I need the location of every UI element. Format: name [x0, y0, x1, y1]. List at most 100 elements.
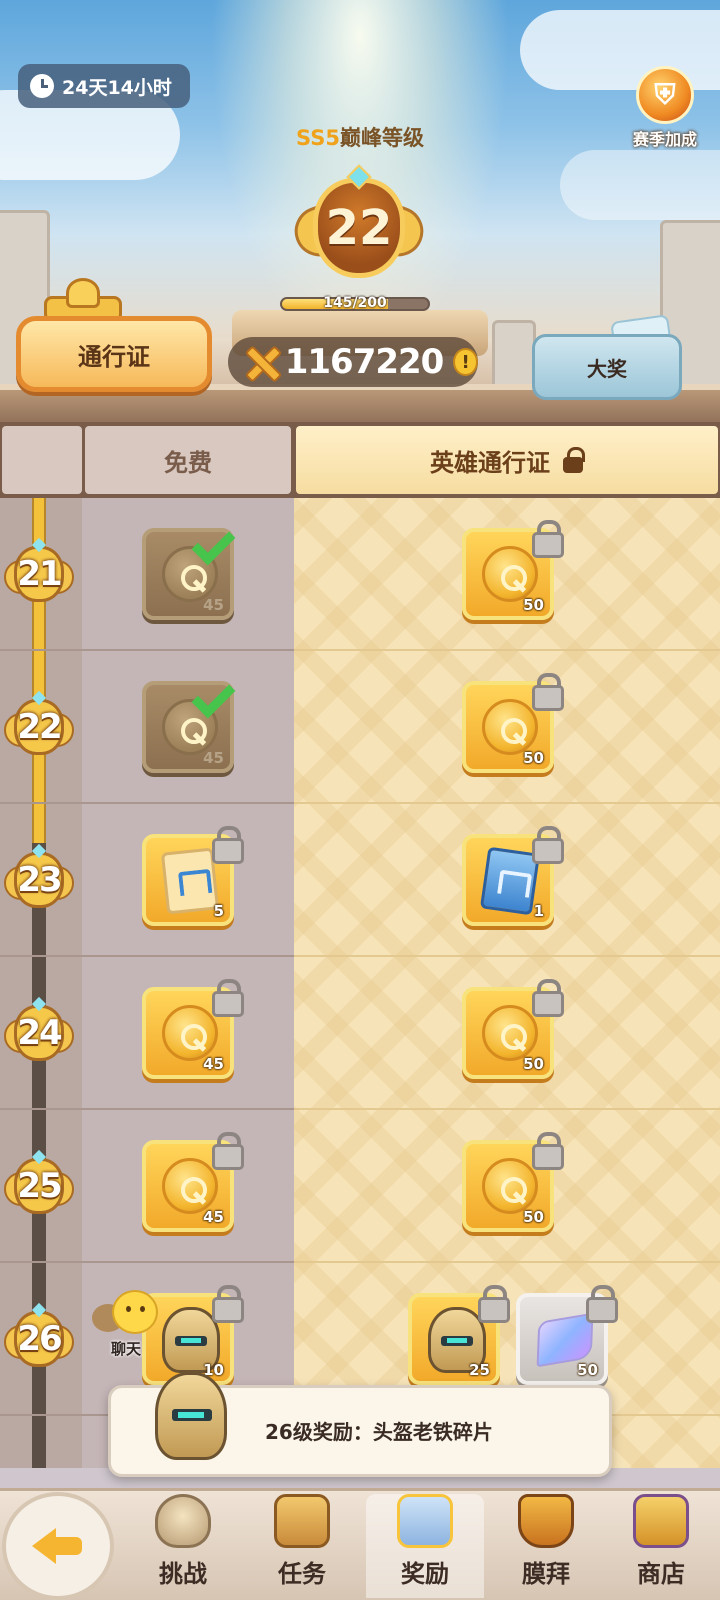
- level-badge: 25: [4, 1149, 74, 1220]
- back-arrow-icon: [32, 1528, 84, 1564]
- pass-button[interactable]: 通行证: [16, 316, 212, 392]
- free-reward-slot[interactable]: 45: [142, 979, 244, 1079]
- tab-rewards[interactable]: 奖励: [366, 1494, 484, 1598]
- scroll-star-icon: [274, 1494, 330, 1548]
- level-badge: 24: [4, 996, 74, 1067]
- hero-reward-slot[interactable]: 50: [462, 979, 564, 1079]
- rank-prefix: SS5: [296, 126, 340, 150]
- coin-icon: [162, 1005, 218, 1061]
- reward-quantity: 50: [523, 596, 544, 614]
- level-emblem: 22: [287, 164, 431, 288]
- level-number: 24: [14, 1005, 64, 1061]
- reward-row: 21 45 50: [0, 498, 720, 651]
- reward-quantity: 50: [523, 1208, 544, 1226]
- reward-row: 24 45 50: [0, 957, 720, 1110]
- lock-icon: [210, 1132, 244, 1170]
- season-timer: 24天14小时: [18, 64, 190, 108]
- reward-quantity: 25: [469, 1361, 490, 1379]
- level-badge: 22: [4, 690, 74, 761]
- reward-quantity: 50: [523, 1055, 544, 1073]
- xp-text: 145/200: [323, 295, 387, 311]
- column-header: 免费 英雄通行证: [0, 422, 720, 498]
- reward-row: 22 45 50: [0, 651, 720, 804]
- level-badge: 23: [4, 843, 74, 914]
- coin-icon: [482, 546, 538, 602]
- reward-row: 23 5 1: [0, 804, 720, 957]
- helmet-plus-icon: ⛨: [636, 66, 694, 124]
- hero-reward-slot[interactable]: 50: [462, 1132, 564, 1232]
- rank-title: SS5巅峰等级: [260, 122, 460, 152]
- reward-quantity: 45: [203, 596, 224, 614]
- reward-quantity: 45: [203, 1208, 224, 1226]
- free-reward-slot[interactable]: 45: [142, 528, 234, 620]
- current-level: 22: [313, 178, 405, 278]
- coin-icon: [482, 1158, 538, 1214]
- cloud: [560, 150, 720, 220]
- chat-icon: [86, 1290, 166, 1338]
- level-number: 21: [14, 546, 64, 602]
- tab-tasks[interactable]: 任务: [243, 1494, 361, 1598]
- reward-quantity: 1: [533, 902, 544, 920]
- crossed-swords-shield-icon: [155, 1494, 211, 1548]
- hero-reward-slot[interactable]: 25: [408, 1285, 510, 1385]
- tab-label: 奖励: [401, 1560, 449, 1588]
- rank-suffix: 巅峰等级: [339, 126, 424, 150]
- crystal-icon: [536, 1312, 594, 1368]
- lock-icon: [530, 1132, 564, 1170]
- stone-block: [492, 320, 536, 390]
- timer-text: 24天14小时: [62, 76, 172, 99]
- hero-pass-column-header[interactable]: 英雄通行证: [296, 426, 718, 494]
- free-reward-slot[interactable]: 45: [142, 681, 234, 773]
- free-label: 免费: [164, 448, 212, 477]
- lock-icon: [584, 1285, 618, 1323]
- season-bonus-label: 赛季加成: [632, 130, 697, 149]
- currency-display: 1167220 !: [228, 337, 478, 387]
- chat-label: 聊天: [110, 1340, 141, 1358]
- free-reward-slot[interactable]: 5: [142, 826, 244, 926]
- tab-shop[interactable]: 商店: [602, 1494, 720, 1598]
- hero-pass-label: 英雄通行证: [430, 448, 550, 477]
- reward-tooltip: 26级奖励：头盔老铁碎片: [108, 1372, 612, 1477]
- grand-prize-button[interactable]: 大奖: [532, 334, 682, 400]
- hero-reward-slot[interactable]: 50: [516, 1285, 618, 1385]
- hero-reward-slot[interactable]: 50: [462, 673, 564, 773]
- back-button[interactable]: [2, 1492, 114, 1600]
- tab-label: 挑战: [159, 1560, 207, 1588]
- level-number: 26: [14, 1311, 64, 1367]
- reward-quantity: 45: [203, 749, 224, 767]
- coin-icon: [482, 1005, 538, 1061]
- free-reward-slot[interactable]: 45: [142, 1132, 244, 1232]
- level-number: 22: [14, 699, 64, 755]
- helmet-icon: [155, 1372, 227, 1460]
- reward-row: 25 45 50: [0, 1110, 720, 1263]
- reward-quantity: 45: [203, 1055, 224, 1073]
- lock-icon: [476, 1285, 510, 1323]
- tab-label: 任务: [278, 1560, 326, 1588]
- hero-reward-slot[interactable]: 50: [462, 520, 564, 620]
- info-icon[interactable]: !: [453, 348, 478, 376]
- reward-quantity: 5: [213, 902, 224, 920]
- lock-icon: [210, 1285, 244, 1323]
- coin-icon: [482, 699, 538, 755]
- hero-reward-slot[interactable]: 1: [462, 826, 564, 926]
- season-bonus-button[interactable]: ⛨ 赛季加成: [620, 66, 710, 156]
- tab-challenge[interactable]: 挑战: [124, 1494, 242, 1598]
- chat-button[interactable]: 聊天: [86, 1290, 166, 1360]
- gift-box-icon: [397, 1494, 453, 1548]
- tab-label: 膜拜: [522, 1560, 570, 1588]
- lock-icon: [530, 520, 564, 558]
- level-number: 25: [14, 1158, 64, 1214]
- checkmark-icon: [196, 522, 238, 552]
- lock-icon: [530, 673, 564, 711]
- lock-icon: [562, 447, 585, 473]
- lock-icon: [210, 826, 244, 864]
- currency-value: 1167220: [284, 342, 445, 382]
- lock-icon: [530, 826, 564, 864]
- crossed-swords-icon: [242, 343, 275, 381]
- level-badge: 26: [4, 1302, 74, 1373]
- reward-quantity: 50: [523, 749, 544, 767]
- free-column-header: 免费: [85, 426, 291, 494]
- tab-worship[interactable]: 膜拜: [487, 1494, 605, 1598]
- tooltip-text: 26级奖励：头盔老铁碎片: [265, 1420, 493, 1444]
- clock-icon: [30, 74, 54, 98]
